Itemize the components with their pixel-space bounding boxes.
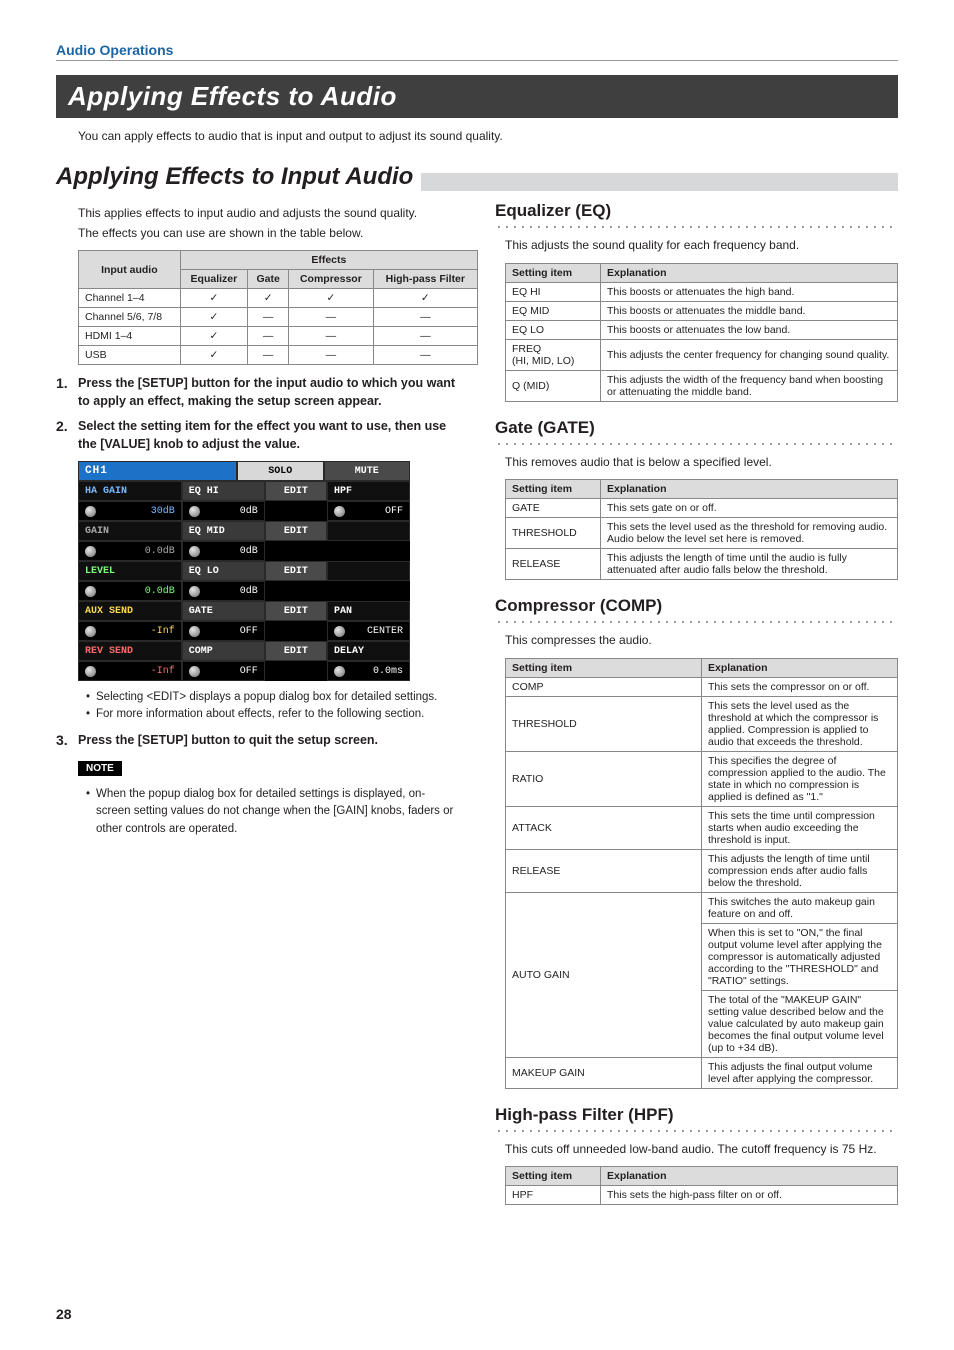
right-column: Equalizer (EQ) This adjusts the sound qu… xyxy=(495,201,898,1215)
step-2: 2. Select the setting item for the effec… xyxy=(56,418,459,453)
gate-intro: This removes audio that is below a speci… xyxy=(505,454,898,471)
table-row: HPFThis sets the high-pass filter on or … xyxy=(506,1185,898,1204)
h2-fill xyxy=(421,173,898,191)
steps: 1. Press the [SETUP] button for the inpu… xyxy=(56,375,459,453)
left-column: This applies effects to input audio and … xyxy=(56,201,459,1215)
page-number: 28 xyxy=(56,1306,72,1322)
note-bullets: When the popup dialog box for detailed s… xyxy=(86,786,459,838)
ui-screenshot: CH1 SOLO MUTE HA GAINEQ HIEDITHPF30dB0dB… xyxy=(78,461,410,681)
gate-heading: Gate (GATE) xyxy=(495,418,898,446)
intro-text: You can apply effects to audio that is i… xyxy=(78,128,898,145)
comp-heading: Compressor (COMP) xyxy=(495,596,898,624)
table-row: USB✓——— xyxy=(79,346,478,365)
bullet-edit: Selecting <EDIT> displays a popup dialog… xyxy=(86,689,459,706)
comp-intro: This compresses the audio. xyxy=(505,632,898,649)
section-label: Audio Operations xyxy=(56,42,898,58)
left-intro-2: The effects you can use are shown in the… xyxy=(78,225,459,242)
ui-row: -InfOFFCENTER xyxy=(78,621,410,641)
gate-table: Setting item Explanation GATEThis sets g… xyxy=(505,479,898,580)
bullet-more-info: For more information about effects, refe… xyxy=(86,706,459,723)
table-row: HDMI 1–4✓——— xyxy=(79,327,478,346)
table-row: THRESHOLDThis sets the level used as the… xyxy=(506,696,898,751)
eq-intro: This adjusts the sound quality for each … xyxy=(505,237,898,254)
ui-row: -InfOFF0.0ms xyxy=(78,661,410,681)
ui-row: AUX SENDGATEEDITPAN xyxy=(78,601,410,621)
table-row: GATEThis sets gate on or off. xyxy=(506,499,898,518)
table-row: RELEASEThis adjusts the length of time u… xyxy=(506,849,898,892)
table-row: RELEASEThis adjusts the length of time u… xyxy=(506,549,898,580)
step-1: 1. Press the [SETUP] button for the inpu… xyxy=(56,375,459,410)
page-title: Applying Effects to Audio xyxy=(56,75,898,118)
table-row: ATTACKThis sets the time until compressi… xyxy=(506,806,898,849)
h2-row: Applying Effects to Input Audio xyxy=(56,163,898,191)
table-row: AUTO GAINThis switches the auto makeup g… xyxy=(506,892,898,923)
table-row: FREQ (HI, MID, LO)This adjusts the cente… xyxy=(506,339,898,370)
hpf-intro: This cuts off unneeded low-band audio. T… xyxy=(505,1141,898,1158)
table-row: RATIOThis specifies the degree of compre… xyxy=(506,751,898,806)
table-row: EQ MIDThis boosts or attenuates the midd… xyxy=(506,301,898,320)
table-row: EQ HIThis boosts or attenuates the high … xyxy=(506,282,898,301)
ui-title: CH1 xyxy=(78,461,237,481)
ui-row: LEVELEQ LOEDIT xyxy=(78,561,410,581)
step2-bullets: Selecting <EDIT> displays a popup dialog… xyxy=(86,689,459,724)
note-bullet: When the popup dialog box for detailed s… xyxy=(86,786,459,838)
comp-table: Setting item Explanation COMPThis sets t… xyxy=(505,658,898,1089)
two-col: This applies effects to input audio and … xyxy=(56,201,898,1215)
effects-table: Input audio Effects Equalizer Gate Compr… xyxy=(78,250,478,365)
section-rule xyxy=(56,60,898,61)
ui-row: GAINEQ MIDEDIT xyxy=(78,521,410,541)
table-row: MAKEUP GAINThis adjusts the final output… xyxy=(506,1057,898,1088)
ui-row: REV SENDCOMPEDITDELAY xyxy=(78,641,410,661)
hpf-table: Setting item Explanation HPFThis sets th… xyxy=(505,1166,898,1205)
table-row: Channel 5/6, 7/8✓——— xyxy=(79,308,478,327)
ui-row: 0.0dB0dB xyxy=(78,581,410,601)
page: Audio Operations Applying Effects to Aud… xyxy=(0,0,954,1350)
ui-row: 0.0dB0dB xyxy=(78,541,410,561)
eq-heading: Equalizer (EQ) xyxy=(495,201,898,229)
h2-title: Applying Effects to Input Audio xyxy=(56,163,413,191)
table-row: Channel 1–4✓✓✓✓ xyxy=(79,289,478,308)
note-badge: NOTE xyxy=(78,761,122,776)
left-intro-1: This applies effects to input audio and … xyxy=(78,205,459,222)
eq-table: Setting item Explanation EQ HIThis boost… xyxy=(505,263,898,402)
table-row: EQ LOThis boosts or attenuates the low b… xyxy=(506,320,898,339)
ui-row: HA GAINEQ HIEDITHPF xyxy=(78,481,410,501)
th-input: Input audio xyxy=(79,251,181,289)
table-row: Q (MID)This adjusts the width of the fre… xyxy=(506,370,898,401)
step-3: 3. Press the [SETUP] button to quit the … xyxy=(56,732,459,750)
table-row: COMPThis sets the compressor on or off. xyxy=(506,677,898,696)
ui-row: 30dB0dBOFF xyxy=(78,501,410,521)
ui-tab-solo: SOLO xyxy=(237,461,324,481)
th-effects: Effects xyxy=(180,251,477,270)
table-row: THRESHOLDThis sets the level used as the… xyxy=(506,518,898,549)
hpf-heading: High-pass Filter (HPF) xyxy=(495,1105,898,1133)
ui-tab-mute: MUTE xyxy=(324,461,411,481)
